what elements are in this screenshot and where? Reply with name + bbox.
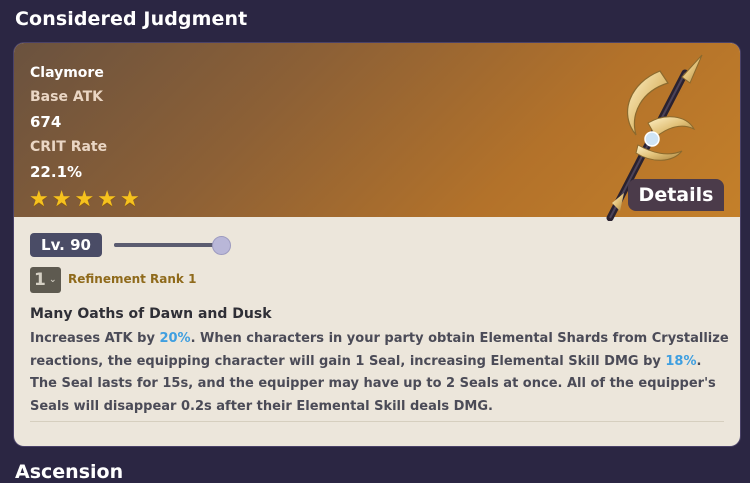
passive-highlight: 20% [159,331,191,346]
crit-rate-label: CRIT Rate [30,139,108,155]
refinement-label: Refinement Rank 1 [68,272,197,286]
star-icon: ★ [29,187,49,212]
weapon-type: Claymore [30,65,104,81]
page-title: Considered Judgment [15,8,248,30]
refinement-select[interactable]: 1 ⌄ [30,267,61,293]
details-button[interactable]: Details [628,179,724,211]
star-icon: ★ [51,187,72,212]
rarity-stars: ★ ★ ★ ★ ★ [29,189,140,211]
level-badge: Lv. 90 [30,233,102,257]
star-icon: ★ [97,187,117,212]
passive-highlight: 18% [665,353,697,369]
base-atk-label: Base ATK [30,89,103,105]
crit-rate-value: 22.1% [30,163,83,181]
passive-text: Increases ATK by [30,331,160,346]
star-icon: ★ [74,187,95,212]
star-icon: ★ [119,187,140,212]
weapon-header: Claymore Base ATK 674 CRIT Rate 22.1% ★ … [14,43,740,221]
chevron-down-icon: ⌄ [49,275,57,285]
level-slider-thumb[interactable] [212,236,231,255]
level-slider-fill [114,243,220,247]
passive-name: Many Oaths of Dawn and Dusk [30,306,272,322]
refinement-selected-value: 1 [34,270,46,290]
level-slider-track[interactable] [114,243,220,247]
passive-description: Increases ATK by 20%. When characters in… [30,328,730,418]
base-atk-value: 674 [30,113,62,131]
divider [30,421,724,422]
section-heading-ascension: Ascension [15,461,124,483]
weapon-card: Claymore Base ATK 674 CRIT Rate 22.1% ★ … [14,43,740,446]
